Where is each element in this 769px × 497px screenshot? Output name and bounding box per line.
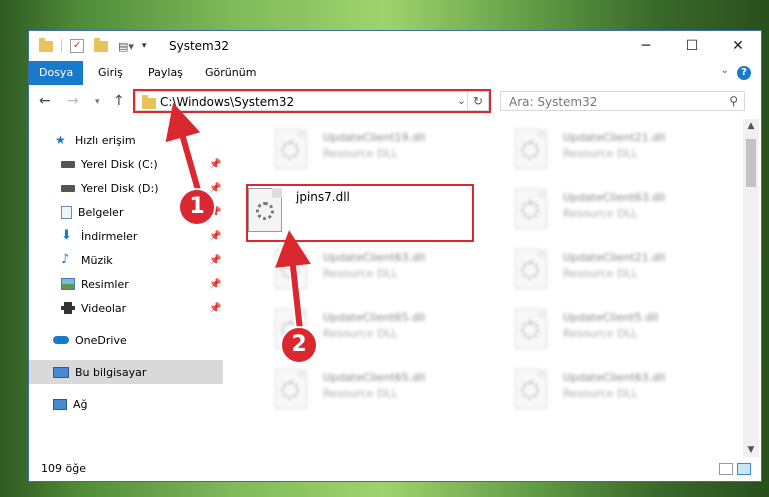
step-1-badge: 1 <box>178 188 216 226</box>
arrow-1 <box>165 102 201 191</box>
step-2-badge: 2 <box>280 326 318 364</box>
annotation-arrows <box>165 102 311 331</box>
